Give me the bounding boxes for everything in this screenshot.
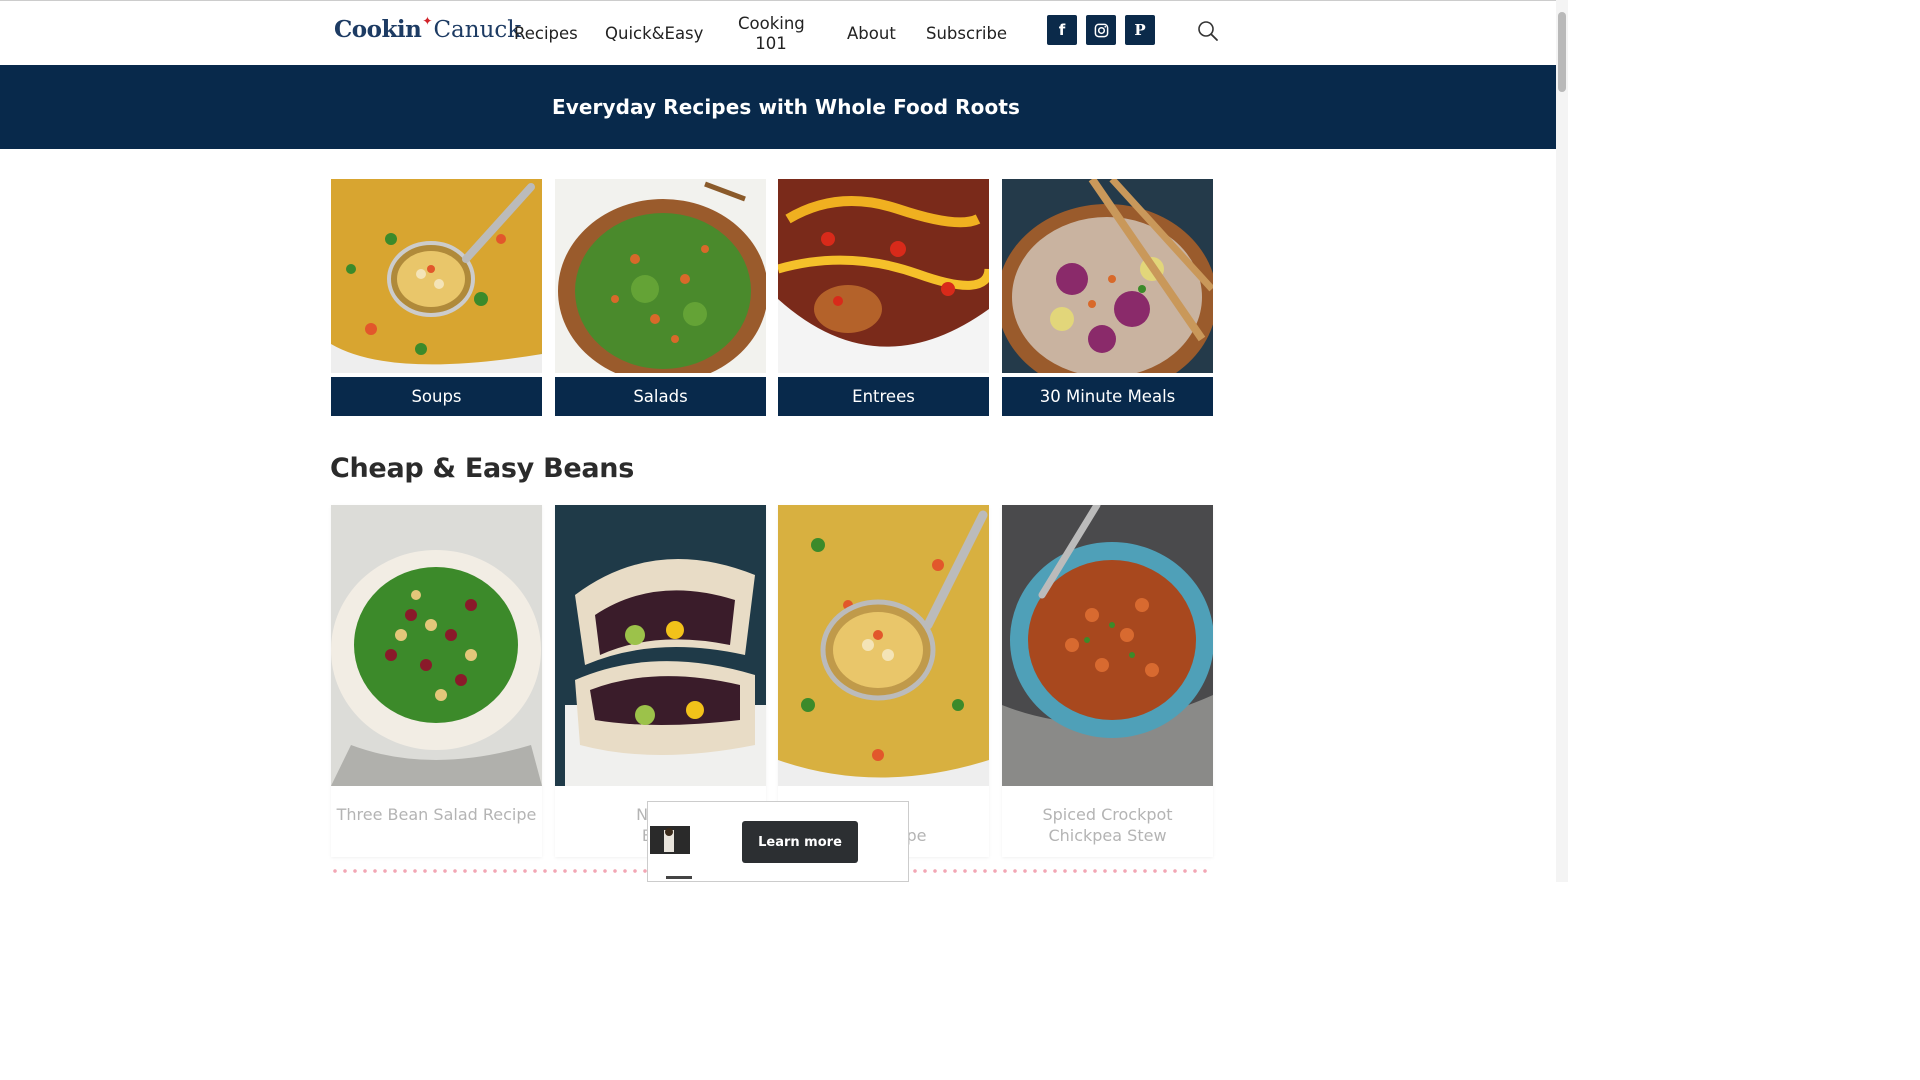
recipe-title[interactable]: Three Bean Salad Recipe	[331, 790, 542, 825]
salad-photo	[555, 179, 768, 383]
logo-text-cookin: Cookin	[334, 16, 422, 43]
logo-text-canuck: Canuck	[433, 17, 522, 43]
nav-quick-easy[interactable]: Quick&Easy	[605, 24, 703, 44]
ad-overlay[interactable]: Learn more	[647, 801, 909, 882]
search-icon[interactable]	[1196, 19, 1220, 43]
tagline-text: Everyday Recipes with Whole Food Roots	[551, 95, 1021, 119]
category-label: Soups	[331, 377, 542, 416]
bean-salad-photo	[331, 505, 542, 786]
tagline-banner: Everyday Recipes with Whole Food Roots	[0, 65, 1556, 149]
nav-cooking-101-line2: 101	[755, 34, 787, 53]
category-tile-entrees[interactable]: Entrees	[776, 179, 994, 416]
category-label: 30 Minute Meals	[1002, 377, 1213, 416]
category-label: Entrees	[778, 377, 989, 416]
nav-cooking-101-line1: Cooking	[738, 14, 805, 33]
slaw-photo	[997, 176, 1217, 394]
nav-about[interactable]: About	[847, 24, 896, 44]
ad-thumbnail-image	[650, 826, 690, 854]
section-title: Cheap & Easy Beans	[330, 453, 634, 484]
soup-photo	[296, 119, 576, 399]
recipe-title-line1: Spiced Crockpot	[1042, 805, 1173, 824]
facebook-icon: f	[1058, 21, 1066, 39]
ad-progress-bar	[666, 876, 692, 879]
chickpea-stew-photo	[1002, 501, 1214, 786]
recipe-card-three-bean-salad[interactable]: Three Bean Salad Recipe	[331, 505, 542, 857]
category-tile-salads[interactable]: Salads	[555, 179, 768, 416]
scrollbar-thumb[interactable]	[1558, 12, 1566, 92]
facebook-link[interactable]: f	[1047, 15, 1077, 45]
learn-more-button[interactable]: Learn more	[742, 821, 858, 863]
pinterest-link[interactable]: P	[1125, 15, 1155, 45]
recipe-title-line2: Chickpea Stew	[1048, 826, 1167, 845]
nav-subscribe[interactable]: Subscribe	[926, 24, 1007, 44]
instagram-icon	[1094, 23, 1108, 37]
white-bean-soup-photo	[778, 505, 989, 786]
burrito-photo	[555, 505, 766, 786]
site-header: Cookin✦Canuck Recipes Quick&Easy Cooking…	[0, 0, 1556, 66]
nav-recipes[interactable]: Recipes	[514, 24, 578, 44]
site-logo[interactable]: Cookin✦Canuck	[334, 14, 522, 43]
pinterest-icon: P	[1134, 21, 1146, 39]
maple-leaf-icon: ✦	[422, 14, 433, 28]
category-label: Salads	[555, 377, 766, 416]
nav-cooking-101[interactable]: Cooking 101	[738, 14, 805, 54]
recipe-title[interactable]: Spiced Crockpot Chickpea Stew	[1002, 790, 1213, 846]
instagram-link[interactable]	[1086, 15, 1116, 45]
recipe-card-crockpot-chickpea-stew[interactable]: Spiced Crockpot Chickpea Stew	[1002, 501, 1214, 857]
category-tile-30-minute-meals[interactable]: 30 Minute Meals	[997, 176, 1217, 416]
category-tile-soups[interactable]: Soups	[296, 119, 576, 416]
entree-photo	[776, 179, 994, 373]
page-scrollbar[interactable]	[1556, 0, 1568, 882]
